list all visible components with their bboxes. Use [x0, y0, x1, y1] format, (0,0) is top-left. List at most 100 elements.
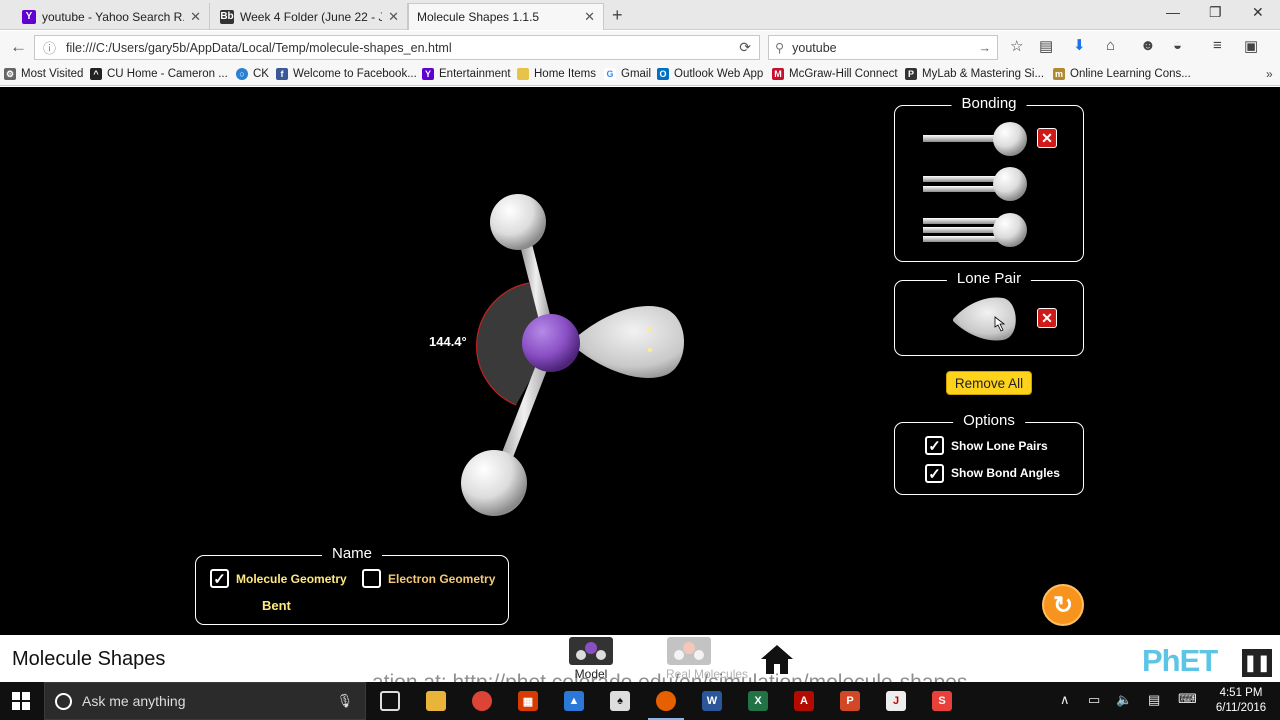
show-bond-angles-checkbox[interactable]: ✓ — [925, 464, 944, 483]
close-tab-icon[interactable]: ✕ — [388, 9, 399, 25]
file-explorer-icon[interactable] — [426, 691, 446, 711]
remove-lone-pair-button[interactable]: ✕ — [1037, 308, 1057, 328]
reset-all-button[interactable]: ↻ — [1042, 584, 1084, 626]
store-icon[interactable]: ▦ — [518, 691, 538, 711]
tab-molecule-shapes[interactable]: Molecule Shapes 1.1.5 ✕ — [408, 3, 604, 30]
outer-atom-upper[interactable] — [490, 194, 546, 250]
tab-yahoo-search[interactable]: Y youtube - Yahoo Search R... ✕ — [14, 3, 210, 30]
show-hidden-icons[interactable]: ∧ — [1060, 692, 1070, 708]
electron-geometry-checkbox[interactable] — [362, 569, 381, 588]
pocket-icon[interactable]: ◒ — [1173, 37, 1182, 54]
bookmark-gmail[interactable]: G Gmail — [604, 68, 651, 80]
show-lone-pairs-checkbox[interactable]: ✓ — [925, 436, 944, 455]
reading-list-icon[interactable]: ▤ — [1039, 37, 1053, 55]
yahoo-icon: Y — [422, 68, 434, 80]
bookmarks-bar: ⚙ Most Visited ^ CU Home - Cameron ... ○ CK… — [0, 64, 1280, 86]
molecule-geometry-checkbox[interactable]: ✓ — [210, 569, 229, 588]
tab-week4-folder[interactable]: Bb Week 4 Folder (June 22 - J... ✕ — [212, 3, 408, 30]
action-center-icon[interactable]: ▤ — [1148, 692, 1160, 708]
bookmark-label: Outlook Web App — [674, 68, 764, 80]
back-icon[interactable]: ← — [10, 37, 27, 57]
options-title: Options — [953, 412, 1025, 429]
molecule-view[interactable] — [0, 87, 1280, 635]
bookmarks-overflow-icon[interactable]: » — [1266, 67, 1273, 81]
windows-taskbar: Ask me anything 🎙 ▦ ▲ ♠ W X A P J S ∧ ▭ … — [0, 682, 1280, 720]
pause-icon[interactable]: ❚❚ — [1242, 649, 1272, 677]
mcgraw-hill-icon: M — [772, 68, 784, 80]
reload-icon[interactable]: ⟳ — [739, 39, 751, 56]
volume-icon[interactable]: 🔈 — [1116, 692, 1132, 708]
clock-date: 6/11/2016 — [1215, 702, 1267, 714]
acrobat-icon[interactable]: A — [794, 691, 814, 711]
tab-title: Molecule Shapes 1.1.5 — [417, 10, 540, 24]
url-bar[interactable]: ⓘ file:///C:/Users/gary5b/AppData/Local/… — [34, 35, 760, 60]
search-input[interactable]: ⚲ youtube → — [768, 35, 998, 60]
bond-angle-label: 144.4° — [429, 334, 467, 349]
bookmark-label: Home Items — [534, 68, 596, 80]
download-icon[interactable]: ⬇ — [1073, 36, 1086, 54]
home-icon[interactable]: ⌂ — [1106, 37, 1115, 54]
windows-start-icon[interactable] — [12, 692, 30, 710]
bookmark-home-items[interactable]: Home Items — [517, 68, 596, 80]
bookmark-online-learning[interactable]: m Online Learning Cons... — [1053, 68, 1191, 80]
phet-logo[interactable]: PhET — [1142, 643, 1218, 679]
triple-bond-button[interactable] — [923, 213, 1027, 247]
tab-title: youtube - Yahoo Search R... — [42, 9, 185, 24]
browser-nav-bar: ← ⓘ file:///C:/Users/gary5b/AppData/Loca… — [0, 31, 1280, 64]
cortana-search-box[interactable]: Ask me anything 🎙 — [44, 682, 366, 720]
close-window-icon[interactable]: ✕ — [1252, 4, 1264, 21]
search-go-icon[interactable]: → — [979, 41, 992, 55]
lone-pair-lobe[interactable] — [572, 305, 684, 379]
reset-icon: ↻ — [1052, 591, 1074, 619]
bookmark-facebook[interactable]: f Welcome to Facebook... — [276, 68, 417, 80]
bookmark-label: Welcome to Facebook... — [293, 68, 417, 80]
menu-icon[interactable]: ≡ — [1213, 37, 1222, 54]
minimize-icon[interactable]: — — [1166, 4, 1180, 20]
central-atom[interactable] — [522, 314, 580, 372]
task-view-icon[interactable] — [380, 691, 400, 711]
remove-single-bond-button[interactable]: ✕ — [1037, 128, 1057, 148]
double-bond-button[interactable] — [923, 167, 1027, 201]
chat-icon[interactable]: ☻ — [1140, 37, 1156, 54]
java-icon[interactable]: J — [886, 691, 906, 711]
app-icon[interactable]: ▲ — [564, 691, 584, 711]
powerpoint-icon[interactable]: P — [840, 691, 860, 711]
close-tab-icon[interactable]: ✕ — [190, 9, 201, 25]
keyboard-icon[interactable]: ⌨ — [1178, 691, 1197, 707]
blackboard-icon: Bb — [220, 9, 234, 24]
lone-pair-panel: Lone Pair ✕ — [894, 270, 1084, 356]
bookmark-most-visited[interactable]: ⚙ Most Visited — [4, 68, 83, 80]
bookmark-mylab[interactable]: P MyLab & Mastering Si... — [905, 68, 1044, 80]
show-bond-angles-label: Show Bond Angles — [951, 466, 1060, 480]
extension-icon[interactable]: ▣ — [1244, 37, 1258, 55]
simulation-canvas[interactable]: 144.4° Bonding ✕ Lone Pair ✕ Remove All … — [0, 87, 1280, 635]
info-icon[interactable]: ⓘ — [43, 38, 56, 57]
bookmark-mcgraw-hill[interactable]: M McGraw-Hill Connect — [772, 68, 898, 80]
clock-time: 4:51 PM — [1219, 687, 1263, 699]
tab-title: Week 4 Folder (June 22 - J... — [240, 9, 383, 24]
outer-atom-lower[interactable] — [461, 450, 527, 516]
lone-pair-electron — [646, 326, 652, 332]
bookmark-entertainment[interactable]: Y Entertainment — [422, 68, 511, 80]
microphone-icon[interactable]: 🎙 — [336, 693, 353, 709]
word-icon[interactable]: W — [702, 691, 722, 711]
single-bond-button[interactable] — [923, 122, 1027, 156]
snagit-icon[interactable]: S — [932, 691, 952, 711]
close-tab-icon[interactable]: ✕ — [584, 9, 595, 25]
remove-all-button[interactable]: Remove All — [946, 371, 1032, 395]
taskbar-clock[interactable]: 4:51 PM 6/11/2016 — [1206, 686, 1276, 716]
ck-icon: ○ — [236, 68, 248, 80]
url-text: file:///C:/Users/gary5b/AppData/Local/Te… — [66, 40, 452, 55]
maximize-icon[interactable]: ❐ — [1209, 4, 1222, 21]
new-tab-icon[interactable]: + — [612, 5, 623, 26]
bookmark-star-icon[interactable]: ☆ — [1010, 37, 1023, 55]
bookmark-cu-home[interactable]: ^ CU Home - Cameron ... — [90, 68, 228, 80]
excel-icon[interactable]: X — [748, 691, 768, 711]
battery-icon[interactable]: ▭ — [1088, 692, 1100, 708]
bookmark-outlook[interactable]: O Outlook Web App — [657, 68, 763, 80]
cu-icon: ^ — [90, 68, 102, 80]
chrome-icon[interactable] — [472, 691, 492, 711]
firefox-icon[interactable] — [656, 691, 676, 711]
solitaire-icon[interactable]: ♠ — [610, 691, 630, 711]
bookmark-ck[interactable]: ○ CK — [236, 68, 269, 80]
